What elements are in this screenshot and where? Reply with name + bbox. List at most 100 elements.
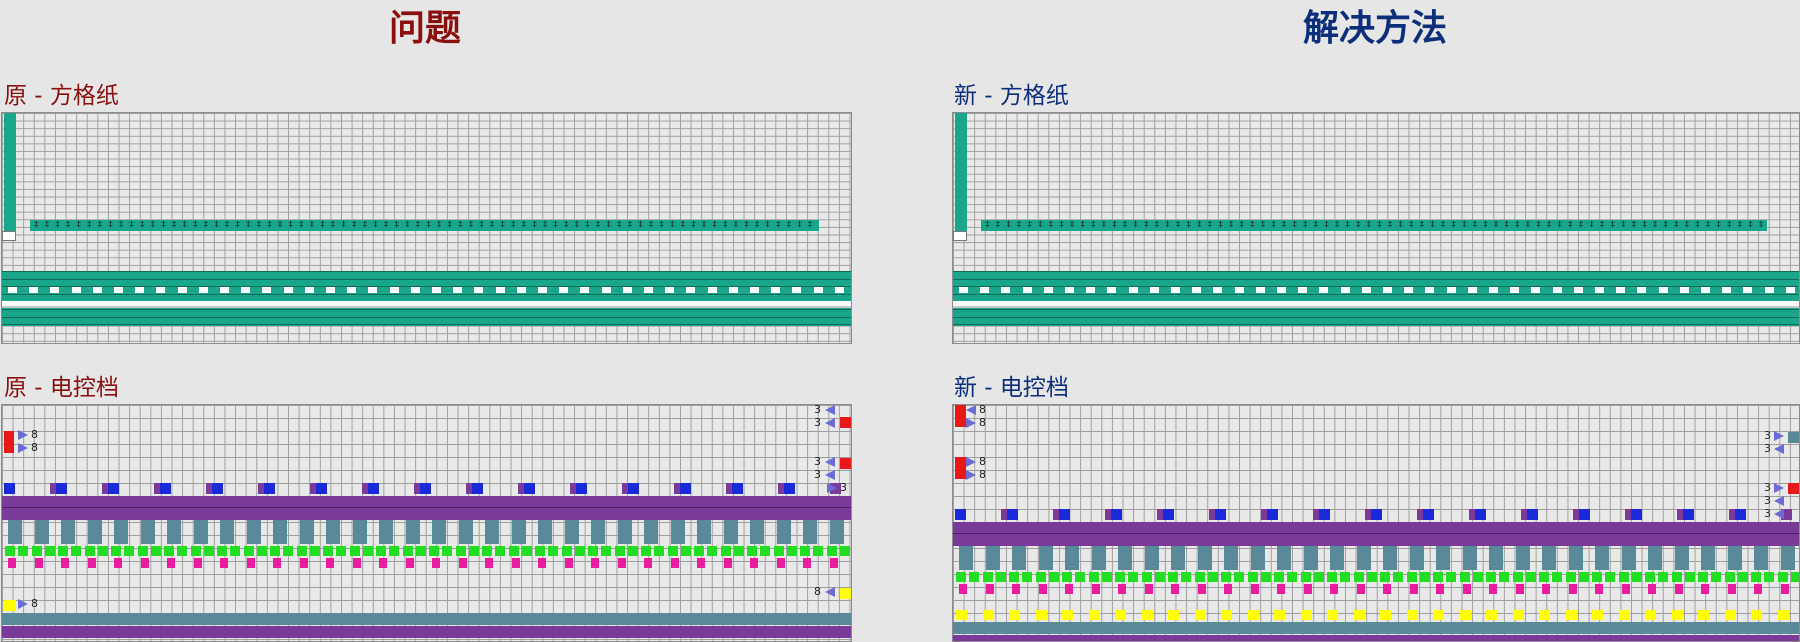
yellow-cell [1618, 610, 1630, 620]
pattern-hole [834, 287, 844, 293]
slate-column [1595, 546, 1609, 570]
stitch-symbol: ‡ [1493, 220, 1499, 230]
slate-column [352, 520, 367, 544]
pattern-hole [728, 287, 738, 293]
slate-column [511, 520, 526, 544]
stitch-symbol: ‡ [362, 220, 368, 230]
pattern-hole [410, 287, 420, 293]
magenta-cell [1197, 584, 1206, 594]
pattern-hole [1573, 287, 1583, 293]
blue-marker [1111, 509, 1122, 520]
pattern-hole [29, 287, 39, 293]
pattern-hole [1637, 287, 1647, 293]
pattern-hole [1701, 287, 1710, 293]
blue-marker [1475, 509, 1486, 520]
stitch-symbol: ‡ [479, 220, 484, 230]
pattern-hole [474, 287, 484, 293]
stitch-symbol: ‡ [44, 220, 50, 230]
selection-column [4, 113, 16, 231]
slate-column [750, 520, 764, 544]
magenta-cell [379, 558, 387, 568]
pattern-hole [1107, 287, 1117, 293]
slate-column [220, 520, 234, 544]
slate-column [670, 520, 685, 544]
stitch-symbol: ‡ [224, 220, 230, 230]
stitch-symbol: ‡ [76, 220, 81, 230]
pattern-hole [1616, 287, 1626, 293]
original-control-chart[interactable]: 8 8 3 3 3 3 3 8 8 [1, 404, 852, 642]
red-marker [840, 417, 851, 428]
yellow-cell [1777, 610, 1789, 620]
stitch-symbol: ‡ [733, 220, 739, 230]
original-grid-paper[interactable]: ‡ ‡ ‡ ‡ ‡ ‡ ‡ ‡ ‡ ‡ ‡ ‡ ‡ ‡ ‡ ‡ ‡ ‡ ‡ ‡ ‡ ‡ ‡ ‡ ‡ ‡ ‡ ‡ ‡ ‡ ‡ ‡ ‡ ‡ ‡ ‡ ‡ ‡ ‡ ‡… [1, 112, 852, 344]
slate-column [1144, 546, 1159, 570]
magenta-cell [114, 558, 122, 568]
stitch-symbol: ‡ [797, 220, 802, 230]
pattern-line [2, 316, 851, 318]
green-cell [1128, 572, 1138, 582]
green-cell [58, 546, 68, 556]
green-cell [217, 546, 227, 556]
yellow-cell [1698, 610, 1709, 620]
green-cell [482, 546, 492, 556]
stitch-symbol: ‡ [1186, 220, 1191, 230]
green-cell [1035, 572, 1046, 582]
stitch-symbol: ‡ [1038, 220, 1043, 230]
arrow-left-icon [825, 457, 835, 467]
arrow-right-icon [966, 418, 976, 428]
slate-column [538, 520, 552, 544]
pattern-hole [1467, 287, 1477, 293]
stitch-symbol: ‡ [97, 220, 103, 230]
yellow-cell [1459, 610, 1471, 620]
pattern-gap [953, 306, 1799, 308]
stitch-symbol: ‡ [1631, 220, 1637, 230]
stitch-symbol: ‡ [542, 220, 548, 230]
new-grid-paper[interactable]: ‡ ‡ ‡ ‡ ‡ ‡ ‡ ‡ ‡ ‡ ‡ ‡ ‡ ‡ ‡ ‡ ‡ ‡ ‡ ‡ ‡ ‡ ‡ ‡ ‡ ‡ ‡ ‡ ‡ ‡ ‡ ‡ ‡ ‡ ‡ ‡ ‡ ‡ ‡ ‡… [952, 112, 1800, 344]
pattern-hole [1552, 287, 1562, 293]
green-cell [601, 546, 611, 556]
pattern-hole [601, 287, 611, 293]
yellow-cell [1380, 610, 1391, 620]
arrow-left-icon [825, 470, 835, 480]
green-cell [1472, 572, 1483, 582]
magenta-cell [1436, 584, 1444, 594]
stitch-symbol: ‡ [995, 220, 1001, 230]
stitch-symbol: ‡ [256, 220, 262, 230]
blue-marker [1579, 509, 1590, 520]
stitch-symbol: ‡ [1112, 220, 1117, 230]
stitch-symbol: ‡ [320, 220, 325, 230]
pattern-hole [326, 287, 335, 293]
yellow-cell [1221, 610, 1232, 620]
stitch-symbol: ‡ [691, 220, 696, 230]
stitch-symbol: ‡ [65, 220, 71, 230]
yellow-cell [1724, 610, 1736, 620]
magenta-cell [1250, 584, 1259, 594]
green-cell [296, 546, 307, 556]
stitch-symbol: ‡ [627, 220, 633, 230]
green-cell [747, 546, 757, 556]
stitch-symbol: ‡ [55, 220, 60, 230]
slate-column [1091, 546, 1106, 570]
stitch-symbol: ‡ [744, 220, 749, 230]
magenta-cell [61, 558, 69, 568]
stitch-symbol: ‡ [1016, 220, 1022, 230]
slate-column [591, 520, 605, 544]
stitch-symbol: ‡ [1154, 220, 1160, 230]
green-cell [1605, 572, 1615, 582]
magenta-cell [1012, 584, 1020, 594]
green-cell [415, 546, 426, 556]
pattern-hole [1149, 287, 1159, 293]
new-control-chart[interactable]: 8 8 8 8 3 3 3 3 3 [952, 404, 1800, 642]
stitch-symbol: ‡ [585, 220, 590, 230]
green-cell [1366, 572, 1377, 582]
magenta-cell [776, 558, 785, 568]
magenta-cell [1144, 584, 1153, 594]
green-cell [177, 546, 187, 556]
stitch-symbol: ‡ [521, 220, 527, 230]
green-cell [535, 546, 545, 556]
stitch-symbol: ‡ [680, 220, 686, 230]
magenta-cell [959, 584, 967, 594]
pattern-hole [1510, 287, 1520, 293]
slate-column [8, 520, 22, 544]
repeat-count: 3 [840, 481, 847, 494]
